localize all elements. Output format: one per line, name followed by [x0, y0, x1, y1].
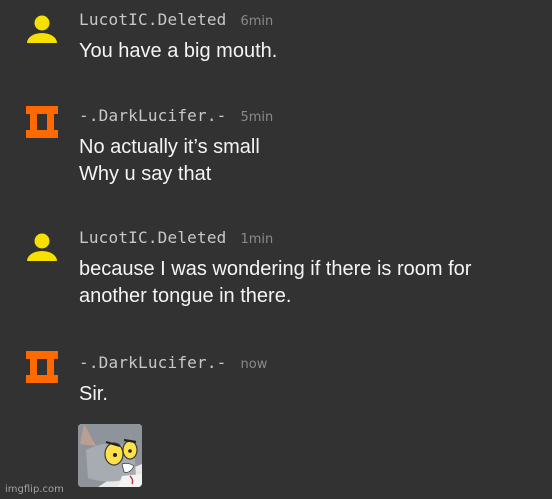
message-header: -.DarkLucifer.- now	[79, 353, 267, 373]
message-line: because I was wondering if there is room…	[79, 258, 472, 280]
message-line: You have a big mouth.	[79, 40, 278, 62]
message-line: Sir.	[79, 383, 108, 405]
timestamp: 6min	[240, 14, 274, 29]
message-text: You have a big mouth.	[79, 38, 277, 65]
message-line: another tongue in there.	[79, 285, 292, 307]
orange-block-icon[interactable]	[22, 102, 62, 142]
orange-block-icon[interactable]	[22, 347, 62, 387]
yellow-person-icon[interactable]	[22, 10, 62, 50]
message-header: LucotIC.Deleted 6min	[79, 10, 273, 30]
timestamp: 5min	[240, 110, 274, 125]
username[interactable]: LucotIC.Deleted	[79, 228, 227, 247]
shocked-cat-sticker[interactable]	[78, 424, 142, 487]
imgflip-watermark: imgflip.com	[5, 484, 64, 495]
timestamp: now	[240, 357, 268, 372]
message-line: No actually it’s small	[79, 136, 260, 158]
yellow-person-icon[interactable]	[22, 228, 62, 268]
username[interactable]: LucotIC.Deleted	[79, 10, 227, 29]
sticker-image	[78, 424, 142, 487]
chat-thread: LucotIC.Deleted 6min You have a big mouth…	[0, 0, 552, 499]
username[interactable]: -.DarkLucifer.-	[79, 106, 227, 125]
timestamp: 1min	[240, 232, 274, 247]
message-header: -.DarkLucifer.- 5min	[79, 106, 273, 126]
message-text: No actually it’s small Why u say that	[79, 134, 260, 188]
message-text: Sir.	[79, 381, 108, 408]
username[interactable]: -.DarkLucifer.-	[79, 353, 227, 372]
message-header: LucotIC.Deleted 1min	[79, 228, 273, 248]
message-text: because I was wondering if there is room…	[79, 256, 471, 310]
message-line: Why u say that	[79, 163, 212, 185]
